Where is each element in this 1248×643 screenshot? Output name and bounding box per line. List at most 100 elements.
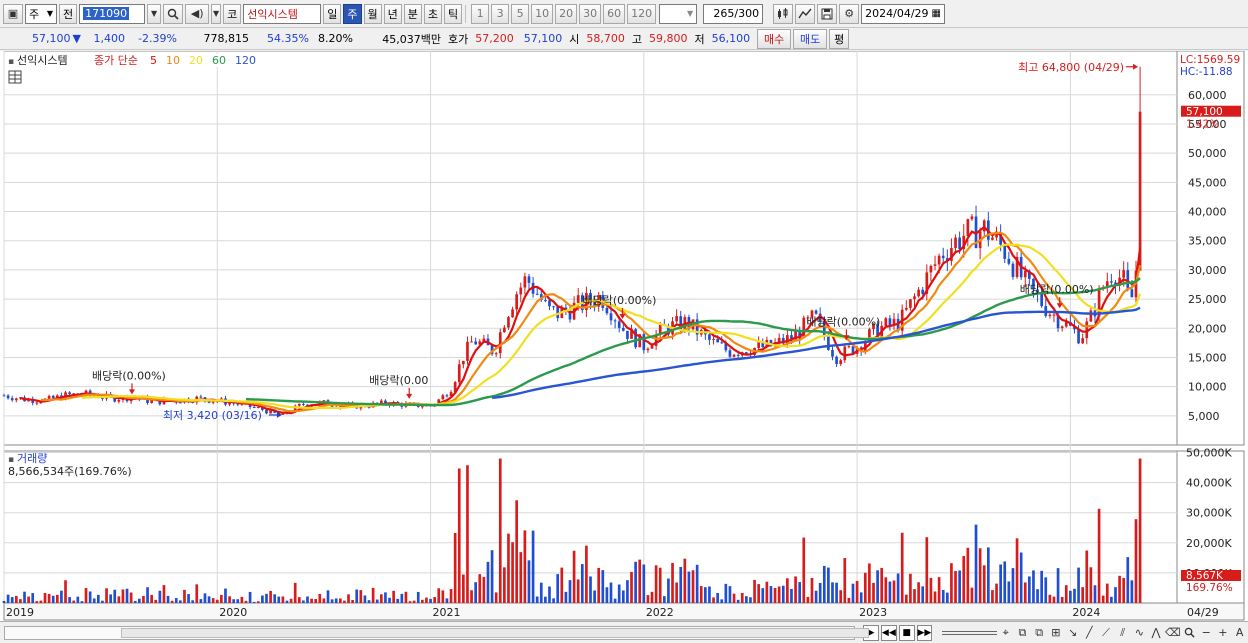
volume-bar [273,594,277,603]
save-icon[interactable] [817,3,838,24]
low-annotation: 최저 3,420 (03/16) [163,409,262,422]
period-tab-3[interactable]: 년 [383,3,402,24]
volume-bar [183,589,186,603]
window-copy-icon[interactable]: ⧉ [1031,625,1048,641]
count-input[interactable]: 265 /300 [703,3,764,24]
volume-bar [736,599,740,603]
current-price-marker: 57,100 [1186,106,1223,118]
interval-button-10[interactable]: 10 [531,3,554,24]
period-tab-2[interactable]: 월 [363,3,382,24]
volume-bar [1056,568,1060,603]
period-tab-6[interactable]: 틱 [444,3,463,24]
window-icon[interactable]: ▣ [3,3,23,24]
candle-body [6,395,10,399]
code-dropdown-icon[interactable]: ▼ [147,3,162,24]
volume-bar [662,596,666,603]
candlestick-icon[interactable] [773,3,794,24]
window-split-icon[interactable]: ⧉ [1014,625,1031,641]
zigzag-tool-icon[interactable]: ⋀ [1148,625,1165,641]
period-select[interactable]: 주 ▼ [25,3,57,24]
volume-bar [1028,576,1031,603]
candle-body [47,395,51,399]
gear-icon[interactable]: ⚙ [839,3,860,24]
volume-bar [240,596,244,603]
volume-bar [470,590,473,603]
interval-button-60[interactable]: 60 [603,3,626,24]
sell-button[interactable]: 매도 [793,28,828,49]
interval-button-5[interactable]: 5 [511,3,530,24]
volume-marker-pct: 169.76% [1186,582,1233,594]
volume-bar [19,599,22,603]
magnifier-icon[interactable] [1181,625,1198,641]
volume-bar [839,590,843,603]
volume-bar [68,597,71,603]
crosshair-icon[interactable]: ⌖ [997,625,1014,641]
volume-bar [1097,508,1101,603]
interval-button-1[interactable]: 1 [471,3,490,24]
search-icon[interactable] [163,3,184,24]
volume-bar [437,588,441,603]
interval-select[interactable]: ▼ [659,3,698,24]
period-tab-5[interactable]: 초 [423,3,442,24]
speaker-icon[interactable]: ◀) [185,3,210,24]
volume-bar [23,591,26,603]
channel-tool-icon[interactable]: ⫽ [1114,625,1131,641]
interval-button-3[interactable]: 3 [491,3,510,24]
volume-bar [318,593,322,603]
interval-button-30[interactable]: 30 [579,3,602,24]
dropdown-chevron-icon[interactable]: ▼ [211,3,222,24]
buy-button[interactable]: 매수 [757,28,792,49]
interval-button-20[interactable]: 20 [555,3,578,24]
volume-bar [749,597,752,603]
eval-button[interactable]: 평 [829,28,850,49]
rewind-button[interactable]: ◀◀ [880,624,897,641]
interval-button-120[interactable]: 120 [627,3,657,24]
volume-bar [236,599,240,603]
period-tab-1[interactable]: 주 [343,3,362,24]
volume-bar [650,591,654,603]
volume-bar [560,567,564,603]
candle-body [617,321,621,328]
volume-bar [388,597,391,603]
period-tab-4[interactable]: 분 [403,3,422,24]
line-tool-icon[interactable]: ╱ [1081,625,1098,641]
volume-bar [1064,585,1068,603]
volume-bar [806,596,810,603]
volume-bar [765,581,769,603]
grid-icon[interactable]: ⊞ [1048,625,1065,641]
zoom-in-icon[interactable]: + [1215,625,1232,641]
dividend-label: 배당락(0.00%) [1020,283,1094,296]
volume-bar [720,599,724,603]
calendar-icon[interactable]: ▦ [932,8,941,19]
period-tab-0[interactable]: 일 [323,3,342,24]
volume-bar [1138,458,1142,603]
volume-bar [654,565,658,603]
candle-body [814,310,818,314]
volume-bar [950,563,953,603]
prev-button[interactable]: 전 [59,3,78,24]
candle-body [831,349,834,357]
scroll-thumb[interactable] [121,627,869,638]
ray-tool-icon[interactable]: ⟋ [1098,625,1115,641]
code-input[interactable]: 171090 [79,3,146,24]
stop-button[interactable]: ■ [898,624,915,641]
code-type-button[interactable]: 코 [223,3,242,24]
volume-bar [909,573,912,603]
fast-forward-button[interactable]: ▶▶ [916,624,933,641]
font-size-icon[interactable]: A [1231,625,1248,641]
stock-chart-svg[interactable]: 60,000 5 5,000 50,000 45,000 40,000 35,000 30,0… [0,50,1248,621]
trend-tool-icon[interactable]: ↘ [1064,625,1081,641]
high-annotation: 최고 64,800 (04/29) [1018,61,1124,74]
wave-tool-icon[interactable]: ∿ [1131,625,1148,641]
date-value: 2024/04/29 [865,7,929,20]
volume-bar [896,573,900,603]
horizontal-scrollbar[interactable] [4,625,869,640]
chart-tool-icon[interactable] [795,3,816,24]
zoom-out-icon[interactable]: − [1198,625,1215,641]
volume-bar [416,591,420,603]
zoom-slider[interactable] [942,630,998,635]
date-input[interactable]: 2024/04/29 ▦ [861,3,946,24]
volume-bar [732,593,736,603]
eraser-icon[interactable]: ⌫ [1164,625,1181,641]
volume-bar [1118,575,1121,603]
